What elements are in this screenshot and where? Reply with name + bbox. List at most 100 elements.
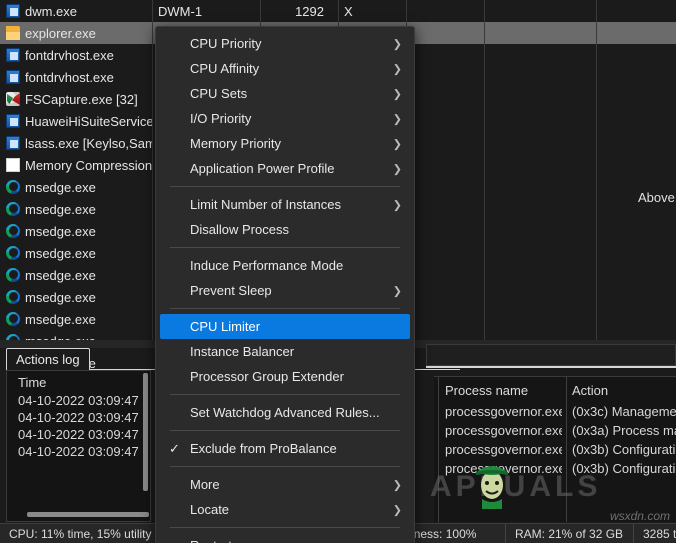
actions-table-row[interactable]: processgovernor.exe (0x3a) Process mana: [434, 421, 676, 440]
menu-item-label: Application Power Profile: [190, 161, 335, 176]
process-name-cell[interactable]: msedge.exe: [0, 224, 152, 239]
app-window: dwm.exeDWM-11292Xexplorer.exeHassam7364X…: [0, 0, 676, 543]
process-name-cell[interactable]: fontdrvhost.exe: [0, 48, 152, 63]
process-name-cell[interactable]: explorer.exe: [0, 25, 152, 41]
log-row[interactable]: 04-10-2022 03:09:47: [7, 392, 150, 409]
column-divider: [152, 0, 153, 340]
chevron-right-icon: ❯: [392, 38, 402, 50]
process-name-cell[interactable]: msedge.exe: [0, 312, 152, 327]
menu-item-label: Prevent Sleep: [190, 283, 272, 298]
process-name-cell[interactable]: msedge.exe: [0, 202, 152, 217]
menu-item[interactable]: Instance Balancer: [156, 339, 414, 364]
process-name-label: msedge.exe: [25, 223, 96, 239]
menu-item-label: Set Watchdog Advanced Rules...: [190, 405, 380, 420]
menu-item-label: Memory Priority: [190, 136, 282, 151]
menu-item[interactable]: Prevent Sleep ❯: [156, 278, 414, 303]
col-header-process-name[interactable]: Process name: [434, 383, 562, 398]
menu-item[interactable]: Processor Group Extender: [156, 364, 414, 389]
right-panel-rail: [426, 366, 676, 368]
process-name-label: lsass.exe [Keylso,SamSs: [25, 135, 152, 151]
log-row[interactable]: 04-10-2022 03:09:47: [7, 409, 150, 426]
menu-separator: [170, 186, 400, 187]
menu-item[interactable]: Induce Performance Mode: [156, 253, 414, 278]
process-name-label: FSCapture.exe [32]: [25, 91, 138, 107]
process-name-label: msedge.exe: [25, 267, 96, 283]
menu-item[interactable]: Limit Number of Instances ❯: [156, 192, 414, 217]
col-header-action[interactable]: Action: [562, 383, 676, 398]
menu-item-label: Disallow Process: [190, 222, 289, 237]
tab-actions-log[interactable]: Actions log: [6, 348, 90, 370]
chevron-right-icon: ❯: [392, 504, 402, 516]
process-name-cell[interactable]: fontdrvhost.exe: [0, 70, 152, 85]
app-icon: [6, 114, 20, 128]
menu-item[interactable]: CPU Affinity ❯: [156, 56, 414, 81]
menu-item[interactable]: CPU Priority ❯: [156, 31, 414, 56]
priority-value-above: Above: [638, 190, 675, 205]
process-context-menu[interactable]: CPU Priority ❯ CPU Affinity ❯ CPU Sets ❯ I/O P…: [155, 26, 415, 543]
process-name-cell[interactable]: dwm.exe: [0, 4, 152, 19]
process-name-label: Memory Compression: [25, 157, 152, 173]
menu-item-label: CPU Sets: [190, 86, 248, 101]
menu-item[interactable]: Restart: [156, 533, 414, 543]
menu-item[interactable]: Application Power Profile ❯: [156, 156, 414, 181]
chevron-right-icon: ❯: [392, 88, 402, 100]
column-divider: [484, 0, 485, 340]
chevron-right-icon: ❯: [392, 113, 402, 125]
log-vertical-scrollbar[interactable]: [143, 373, 148, 491]
menu-item[interactable]: Disallow Process: [156, 217, 414, 242]
menu-item[interactable]: ✓ Exclude from ProBalance: [156, 436, 414, 461]
menu-item[interactable]: I/O Priority ❯: [156, 106, 414, 131]
process-name-label: msedge.exe: [25, 245, 96, 261]
folder-icon: [6, 25, 20, 40]
process-name-cell[interactable]: HuaweiHiSuiteService6: [0, 114, 152, 129]
chevron-right-icon: ❯: [392, 199, 402, 211]
app-icon: [6, 4, 20, 18]
edge-icon: [6, 224, 20, 238]
menu-item[interactable]: Memory Priority ❯: [156, 131, 414, 156]
log-row[interactable]: 04-10-2022 03:09:47: [7, 443, 150, 460]
process-name-cell[interactable]: FSCapture.exe [32]: [0, 92, 152, 107]
status-ram: RAM: 21% of 32 GB: [506, 524, 634, 543]
right-toolbar-strip: [426, 344, 676, 366]
chevron-right-icon: ❯: [392, 138, 402, 150]
actions-action-text: (0x3b) Configuration: [572, 461, 676, 476]
actions-log-panel[interactable]: Time 04-10-2022 03:09:47 04-10-2022 03:09…: [6, 370, 151, 522]
process-name-cell[interactable]: Memory Compression: [0, 158, 152, 173]
actions-table-column-divider: [566, 377, 567, 522]
menu-separator: [170, 430, 400, 431]
process-name-label: explorer.exe: [25, 25, 96, 41]
status-threads: 3285 threads in 210 pro: [643, 526, 676, 541]
actions-log-tabstrip[interactable]: Actions log: [6, 348, 460, 370]
process-name-cell[interactable]: msedge.exe: [0, 290, 152, 305]
menu-item[interactable]: CPU Sets ❯: [156, 81, 414, 106]
chevron-right-icon: ❯: [392, 479, 402, 491]
process-name-cell[interactable]: msedge.exe: [0, 268, 152, 283]
menu-item[interactable]: CPU Limiter: [160, 314, 410, 339]
menu-separator: [170, 466, 400, 467]
log-row[interactable]: 04-10-2022 03:09:47: [7, 426, 150, 443]
process-name-cell[interactable]: lsass.exe [Keylso,SamSs: [0, 136, 152, 151]
menu-separator: [170, 308, 400, 309]
actions-table-header: Process name Action: [434, 377, 676, 402]
menu-item-label: I/O Priority: [190, 111, 252, 126]
process-name-label: dwm.exe: [25, 3, 78, 19]
appuals-logo-icon: [470, 455, 514, 511]
chevron-right-icon: ❯: [392, 63, 402, 75]
process-name-cell[interactable]: msedge.exe: [0, 246, 152, 261]
status-cpu: CPU: 11% time, 15% utility: [0, 524, 176, 543]
actions-process-name: processgovernor.exe: [445, 404, 562, 419]
process-name-label: msedge.exe: [25, 201, 96, 217]
menu-item[interactable]: Locate ❯: [156, 497, 414, 522]
process-col-a: X: [344, 3, 353, 19]
menu-item[interactable]: Set Watchdog Advanced Rules...: [156, 400, 414, 425]
menu-item-label: Induce Performance Mode: [190, 258, 344, 273]
process-name-cell[interactable]: msedge.exe: [0, 180, 152, 195]
log-column-header-time[interactable]: Time: [7, 371, 150, 392]
edge-icon: [6, 246, 20, 260]
menu-item[interactable]: More ❯: [156, 472, 414, 497]
process-name-label: msedge.exe: [25, 179, 96, 195]
process-name-label: msedge.exe: [25, 311, 96, 327]
memory-icon: [6, 158, 20, 172]
actions-table-row[interactable]: processgovernor.exe (0x3c) Management: [434, 402, 676, 421]
log-horizontal-scrollbar[interactable]: [27, 512, 149, 517]
